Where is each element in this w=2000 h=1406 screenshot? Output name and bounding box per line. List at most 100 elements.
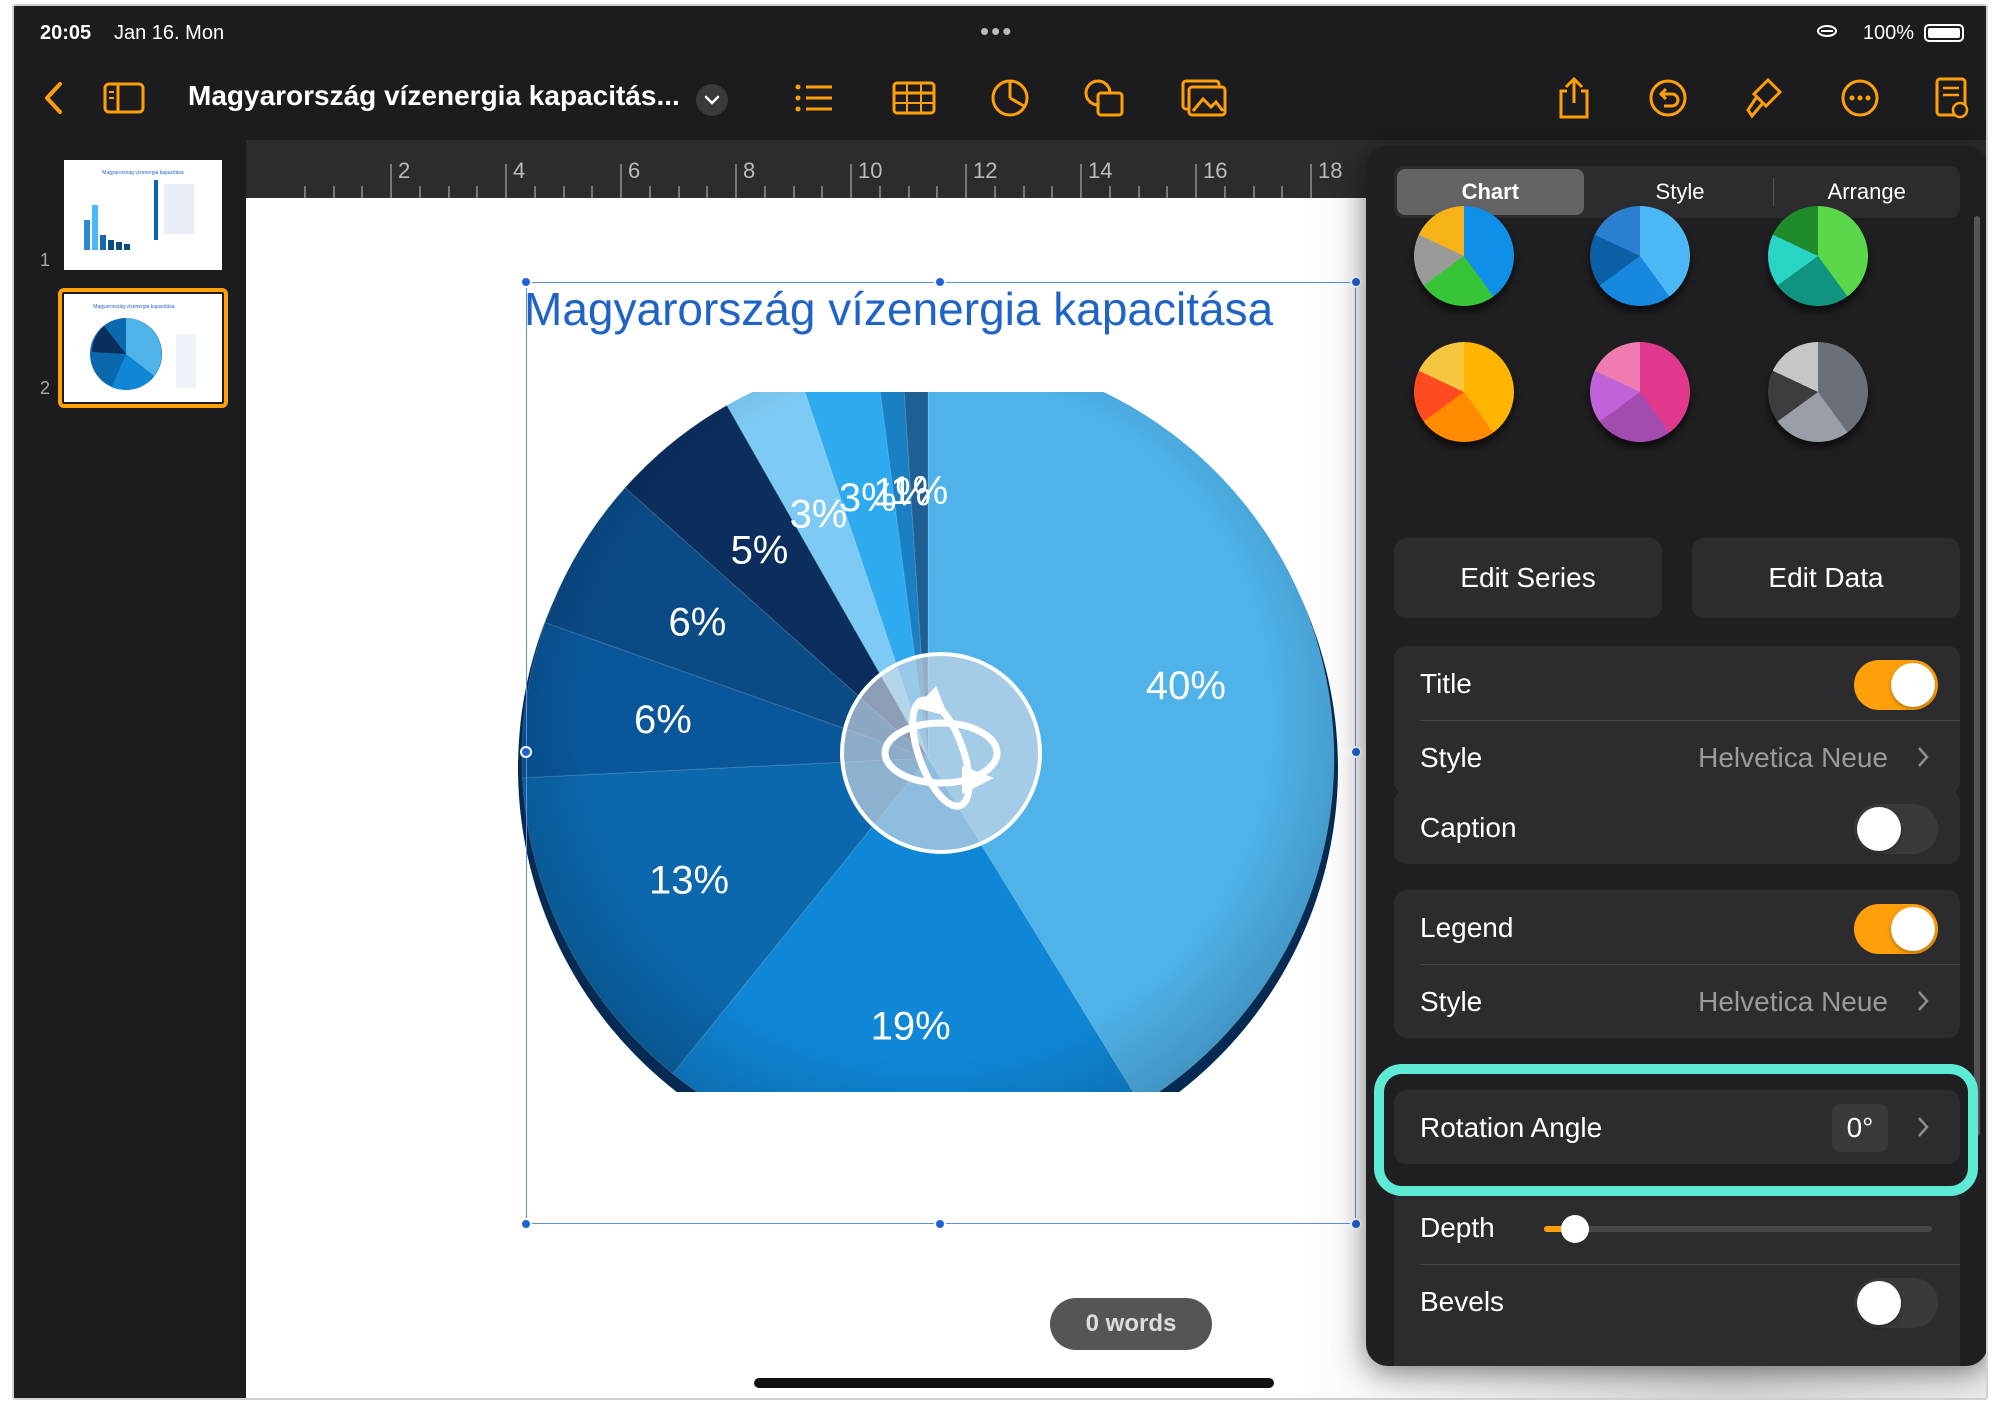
legend-row[interactable]: Legend [1394,890,1960,964]
list-icon[interactable] [790,74,838,122]
ruler-label: 4 [513,158,526,183]
ruler-minor-tick [1051,186,1054,198]
depth-slider-knob[interactable] [1561,1215,1590,1243]
ruler-minor-tick [476,186,479,198]
title-style-row[interactable]: Style Helvetica Neue [1394,720,1960,794]
multitasking-dots-icon[interactable]: ••• [980,16,1013,47]
more-icon[interactable] [1836,74,1884,122]
ruler-major-tick [390,164,392,198]
share-icon[interactable] [1550,74,1598,122]
style-label: Style [1420,986,1483,1017]
ruler-minor-tick [763,186,766,198]
tab-chart[interactable]: Chart [1397,169,1584,215]
slide-thumbnail-1[interactable]: Magyarország vízenergia kapacitása [64,160,222,270]
inspector-scrollbar[interactable] [1974,216,1980,1136]
ruler-minor-tick [1281,186,1284,198]
sidebar-toggle-icon[interactable] [100,74,148,122]
toolbar: Magyarország vízenergia kapacitás... [14,60,1986,140]
edit-data-button[interactable]: Edit Data [1692,538,1960,618]
ruler-minor-tick [706,186,709,198]
slide-navigator: Magyarország vízenergia kapacitása 1 Mag… [14,140,244,1398]
ruler-minor-tick [591,186,594,198]
tab-style[interactable]: Style [1587,166,1774,218]
resize-handle[interactable] [520,1218,532,1230]
depth-row[interactable]: Depth [1394,1190,1960,1264]
ruler-minor-tick [1108,186,1111,198]
home-indicator[interactable] [754,1378,1274,1388]
ruler-label: 14 [1088,158,1113,183]
ruler-minor-tick [878,186,881,198]
chart-icon[interactable] [986,74,1034,122]
legend-group: Legend Style Helvetica Neue [1394,890,1960,1038]
table-icon[interactable] [890,74,938,122]
depth-label: Depth [1420,1212,1495,1243]
color-swatch-warm-orange[interactable] [1414,342,1514,442]
ruler-minor-tick [562,186,565,198]
ruler-major-tick [1195,164,1197,198]
format-brush-icon[interactable] [1740,74,1788,122]
undo-icon[interactable] [1644,74,1692,122]
back-chevron-icon[interactable] [30,74,78,122]
status-bar: 20:05 Jan 16. Mon ••• 100% [14,6,1986,60]
resize-handle[interactable] [934,276,946,288]
title-toggle[interactable] [1854,660,1938,710]
resize-handle[interactable] [1350,746,1362,758]
resize-handle[interactable] [520,746,532,758]
depth-slider[interactable] [1544,1215,1932,1243]
title-row[interactable]: Title [1394,646,1960,720]
resize-handle[interactable] [1350,276,1362,288]
resize-handle[interactable] [1350,1218,1362,1230]
status-date: Jan 16. Mon [114,22,225,44]
slide-number: 2 [40,378,51,398]
legend-toggle[interactable] [1854,904,1938,954]
ruler-minor-tick [1137,186,1140,198]
resize-handle[interactable] [934,1218,946,1230]
ruler-minor-tick [1252,186,1255,198]
ruler-major-tick [1080,164,1082,198]
color-swatch-multicolor-green-blue[interactable] [1414,206,1514,306]
ruler-minor-tick [1166,186,1169,198]
ruler-minor-tick [821,186,824,198]
ruler-major-tick [850,164,852,198]
ruler-minor-tick [648,186,651,198]
chart-selection-box[interactable] [526,282,1356,1224]
edit-series-button[interactable]: Edit Series [1394,538,1662,618]
resize-handle[interactable] [520,276,532,288]
title-font-value: Helvetica Neue [1698,742,1888,773]
word-count-badge[interactable]: 0 words [1050,1298,1212,1350]
reading-view-icon[interactable] [1928,74,1976,122]
ruler-label: 2 [398,158,411,183]
link-icon [1816,21,1838,47]
shapes-icon[interactable] [1080,74,1128,122]
color-swatch-grays[interactable] [1768,342,1868,442]
title-label: Title [1420,668,1472,699]
caption-toggle[interactable] [1854,804,1938,854]
title-group: Title Style Helvetica Neue [1394,646,1960,794]
ruler-label: 16 [1203,158,1228,183]
slide-number: 1 [40,250,51,270]
ruler-label: 6 [628,158,641,183]
battery-percent: 100% [1862,22,1914,44]
ruler-major-tick [505,164,507,198]
title-menu-chevron-icon[interactable] [696,84,728,116]
ruler-minor-tick [303,186,306,198]
document-title[interactable]: Magyarország vízenergia kapacitás... [188,80,680,112]
ruler-minor-tick [361,186,364,198]
bevels-toggle[interactable] [1854,1278,1938,1328]
caption-group: Caption [1394,790,1960,864]
legend-style-row[interactable]: Style Helvetica Neue [1394,964,1960,1038]
ruler-minor-tick [1223,186,1226,198]
bevels-row[interactable]: Bevels [1394,1264,1960,1338]
color-swatch-pink-purple[interactable] [1590,342,1690,442]
caption-row[interactable]: Caption [1394,790,1960,864]
ipad-screen: 20:05 Jan 16. Mon ••• 100% Magyarország … [12,4,1988,1400]
ruler-major-tick [1310,164,1312,198]
legend-label: Legend [1420,912,1514,943]
color-swatch-blues[interactable] [1590,206,1690,306]
slide-thumbnail-2[interactable]: Magyarország vízenergia kapacitása [64,294,222,402]
media-icon[interactable] [1180,74,1228,122]
ruler-minor-tick [1022,186,1025,198]
color-swatch-greens-teal[interactable] [1768,206,1868,306]
depth-group: Depth Bevels [1394,1190,1960,1366]
ruler-minor-tick [447,186,450,198]
